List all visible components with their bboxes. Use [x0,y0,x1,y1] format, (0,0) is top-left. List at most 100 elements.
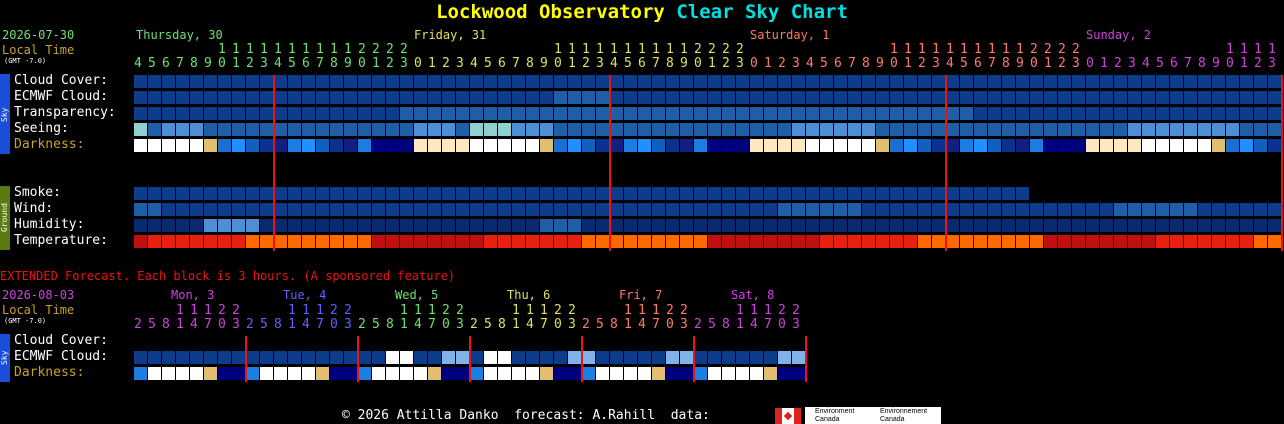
forecast-cell [722,91,735,104]
hour-ones: 5 [148,56,156,71]
forecast-cell [652,203,665,216]
hour-ones: 4 [946,56,954,71]
forecast-cell [932,91,945,104]
forecast-cell [442,203,455,216]
forecast-cell [330,123,343,136]
forecast-cell [148,107,161,120]
forecast-cell [596,123,609,136]
forecast-cell [610,75,623,88]
forecast-cell [330,351,343,364]
hour-ones: 7 [652,56,660,71]
forecast-cell [834,219,847,232]
extended-hour-tens: 1 [176,303,184,318]
forecast-cell [708,367,721,380]
forecast-cell [890,203,903,216]
forecast-cell [652,75,665,88]
hour-tens: 1 [946,42,954,57]
forecast-cell [372,219,385,232]
forecast-cell [974,203,987,216]
gmt-offset: (GMT -7.0) [4,57,47,65]
forecast-cell [680,203,693,216]
forecast-cell [260,219,273,232]
forecast-cell [1142,123,1155,136]
forecast-cell [918,203,931,216]
forecast-cell [792,91,805,104]
forecast-cell [260,139,273,152]
forecast-cell [1128,107,1141,120]
forecast-cell [302,351,315,364]
hour-ones: 8 [190,56,198,71]
extended-hour-ones: 0 [666,317,674,332]
forecast-cell [918,139,931,152]
extended-hour-ones: 0 [442,317,450,332]
forecast-cell [652,367,665,380]
hour-ones: 8 [1198,56,1206,71]
forecast-cell [190,75,203,88]
forecast-cell [204,75,217,88]
forecast-cell [540,91,553,104]
forecast-cell [806,235,819,248]
forecast-cell [1240,123,1253,136]
extended-hour-ones: 7 [204,317,212,332]
forecast-cell [400,187,413,200]
forecast-cell [316,187,329,200]
forecast-cell [624,123,637,136]
forecast-cell [932,75,945,88]
forecast-cell [1226,203,1239,216]
midnight-line [1281,75,1283,251]
hour-ones: 7 [988,56,996,71]
forecast-cell [372,139,385,152]
extended-hour-tens: 1 [288,303,296,318]
hour-ones: 4 [134,56,142,71]
forecast-cell [218,91,231,104]
extended-hour-tens: 1 [750,303,758,318]
forecast-cell [190,139,203,152]
forecast-cell [610,91,623,104]
forecast-cell [358,123,371,136]
forecast-cell [624,219,637,232]
forecast-cell [946,219,959,232]
hour-ones: 2 [582,56,590,71]
forecast-cell [1030,91,1043,104]
hour-tens: 1 [1268,42,1276,57]
forecast-cell [582,107,595,120]
forecast-cell [778,351,791,364]
extended-row-label: Cloud Cover: [14,333,108,348]
forecast-cell [470,351,483,364]
forecast-cell [1184,203,1197,216]
forecast-cell [932,123,945,136]
forecast-cell [1058,91,1071,104]
forecast-cell [988,219,1001,232]
forecast-cell [1254,235,1267,248]
forecast-cell [330,75,343,88]
forecast-cell [1100,203,1113,216]
hour-ones: 8 [330,56,338,71]
forecast-cell [372,235,385,248]
forecast-cell [372,187,385,200]
forecast-cell [820,123,833,136]
extended-hour-ones: 5 [372,317,380,332]
forecast-cell [400,351,413,364]
extended-hour-tens: 1 [764,303,772,318]
forecast-cell [1156,107,1169,120]
forecast-cell [582,139,595,152]
extended-day-label: Sat, 8 [731,288,775,302]
extended-hour-ones: 7 [764,317,772,332]
forecast-cell [1016,75,1029,88]
forecast-cell [806,139,819,152]
forecast-cell [1198,203,1211,216]
forecast-cell [414,139,427,152]
forecast-cell [400,107,413,120]
forecast-cell [904,75,917,88]
hour-tens: 2 [1058,42,1066,57]
forecast-cell [1170,219,1183,232]
forecast-cell [974,107,987,120]
forecast-cell [1016,203,1029,216]
forecast-cell [540,203,553,216]
forecast-cell [512,351,525,364]
forecast-cell [1058,75,1071,88]
ground-row-label: Humidity: [14,217,85,232]
forecast-cell [960,139,973,152]
hour-ones: 6 [638,56,646,71]
forecast-cell [512,187,525,200]
